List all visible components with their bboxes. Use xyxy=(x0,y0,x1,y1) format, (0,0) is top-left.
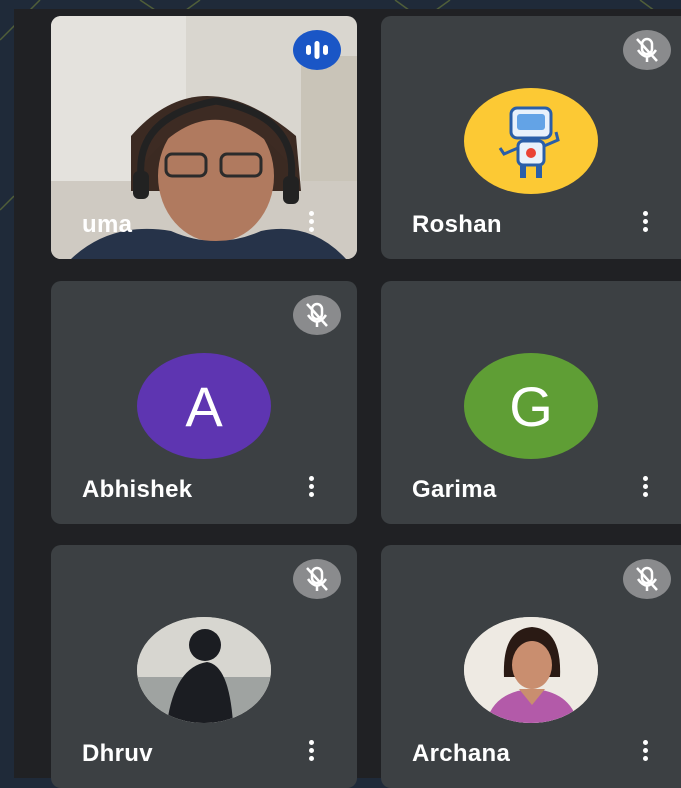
more-vert-icon[interactable] xyxy=(641,211,649,237)
participant-tile-roshan[interactable]: Roshan xyxy=(381,16,681,259)
avatar-robot xyxy=(464,88,598,194)
participant-tile-garima[interactable]: G Garima xyxy=(381,281,681,524)
participant-name: Garima xyxy=(412,476,497,503)
avatar-photo xyxy=(137,617,271,723)
participant-name: Roshan xyxy=(412,211,502,238)
more-vert-icon[interactable] xyxy=(307,211,315,237)
muted-indicator xyxy=(623,559,671,599)
muted-indicator xyxy=(623,30,671,70)
more-vert-icon[interactable] xyxy=(641,476,649,502)
muted-indicator xyxy=(293,559,341,599)
robot-icon xyxy=(498,106,560,178)
participant-tile-archana[interactable]: Archana xyxy=(381,545,681,788)
avatar-letter: A xyxy=(137,353,271,459)
profile-photo xyxy=(137,617,271,723)
meeting-grid: uma Roshan A Abhishek G Garima Dhruv Arc… xyxy=(14,9,681,788)
more-vert-icon[interactable] xyxy=(307,476,315,502)
participant-name: Dhruv xyxy=(82,740,153,767)
participant-name: uma xyxy=(82,211,133,238)
mic-off-icon xyxy=(636,566,658,591)
more-vert-icon[interactable] xyxy=(307,740,315,766)
profile-photo xyxy=(464,617,598,723)
mic-off-icon xyxy=(636,37,658,62)
participant-name: Archana xyxy=(412,740,511,767)
speaking-indicator xyxy=(293,30,341,70)
participant-name: Abhishek xyxy=(82,476,193,503)
mic-off-icon xyxy=(306,302,328,327)
more-vert-icon[interactable] xyxy=(641,740,649,766)
avatar-letter: G xyxy=(464,353,598,459)
participant-tile-uma[interactable]: uma xyxy=(51,16,357,259)
mic-off-icon xyxy=(306,566,328,591)
muted-indicator xyxy=(293,295,341,335)
avatar-photo xyxy=(464,617,598,723)
participant-tile-dhruv[interactable]: Dhruv xyxy=(51,545,357,788)
audio-wave-icon xyxy=(306,41,328,59)
participant-tile-abhishek[interactable]: A Abhishek xyxy=(51,281,357,524)
